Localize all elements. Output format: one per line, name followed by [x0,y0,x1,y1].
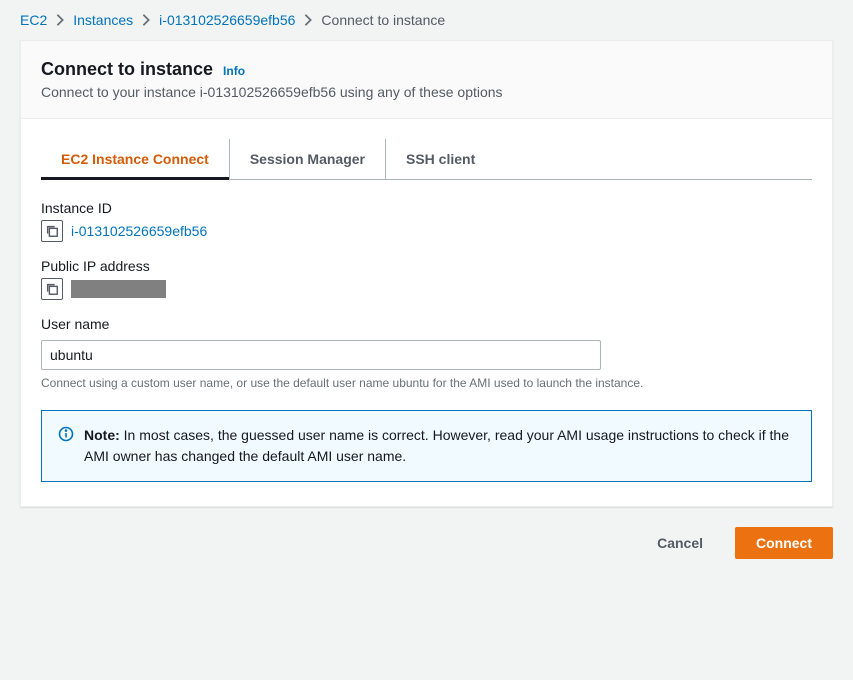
public-ip-label: Public IP address [41,258,812,274]
connect-button[interactable]: Connect [735,527,833,559]
copy-icon [45,282,59,296]
cancel-button[interactable]: Cancel [637,527,723,559]
username-helper: Connect using a custom user name, or use… [41,376,812,390]
instance-id-label: Instance ID [41,200,812,216]
breadcrumb-instances[interactable]: Instances [73,12,133,28]
tab-ec2-instance-connect[interactable]: EC2 Instance Connect [41,139,230,179]
panel-header: Connect to instance Info Connect to your… [21,41,832,119]
breadcrumb: EC2 Instances i-013102526659efb56 Connec… [0,0,853,40]
connect-panel: Connect to instance Info Connect to your… [20,40,833,507]
username-input[interactable] [41,340,601,370]
copy-icon [45,224,59,238]
field-username: User name Connect using a custom user na… [41,316,812,390]
breadcrumb-current: Connect to instance [321,12,445,28]
info-link[interactable]: Info [223,64,245,78]
tab-session-manager[interactable]: Session Manager [230,139,386,179]
note-bold: Note: [84,427,120,443]
copy-instance-id-button[interactable] [41,220,63,242]
public-ip-value [71,280,166,298]
tabs: EC2 Instance Connect Session Manager SSH… [41,139,812,180]
note-box: Note: In most cases, the guessed user na… [41,410,812,482]
chevron-right-icon [301,13,315,27]
page-subtitle: Connect to your instance i-013102526659e… [41,84,812,100]
tab-ssh-client[interactable]: SSH client [386,139,495,179]
copy-public-ip-button[interactable] [41,278,63,300]
footer-actions: Cancel Connect [0,507,853,559]
note-body: In most cases, the guessed user name is … [84,427,789,464]
chevron-right-icon [53,13,67,27]
info-icon [58,426,74,467]
breadcrumb-instance-id[interactable]: i-013102526659efb56 [159,12,295,28]
field-instance-id: Instance ID i-013102526659efb56 [41,200,812,242]
field-public-ip: Public IP address [41,258,812,300]
chevron-right-icon [139,13,153,27]
breadcrumb-ec2[interactable]: EC2 [20,12,47,28]
page-title: Connect to instance [41,59,213,80]
username-label: User name [41,316,812,332]
note-text: Note: In most cases, the guessed user na… [84,425,795,467]
panel-body: EC2 Instance Connect Session Manager SSH… [21,119,832,506]
instance-id-value[interactable]: i-013102526659efb56 [71,223,207,239]
